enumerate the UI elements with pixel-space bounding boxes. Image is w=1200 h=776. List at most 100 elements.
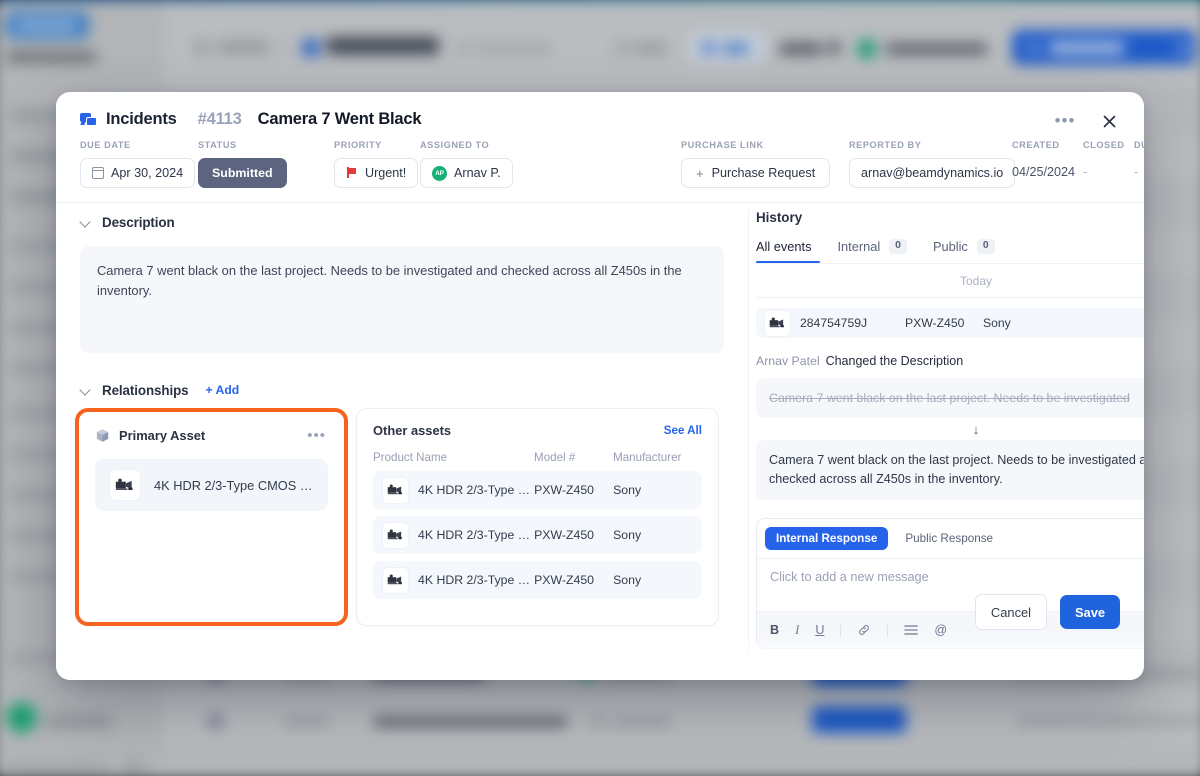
purchase-link-text: Purchase Request bbox=[711, 166, 816, 180]
table-row[interactable]: 4K HDR 2/3-Type … PXW-Z450 Sony bbox=[373, 516, 702, 554]
purchase-request-button[interactable]: + Purchase Request bbox=[681, 158, 831, 188]
tab-internal-response[interactable]: Internal Response bbox=[765, 527, 889, 550]
tab-internal-label: Internal bbox=[837, 239, 881, 254]
ellipsis-icon[interactable]: ••• bbox=[1052, 108, 1078, 134]
due-date-text: Apr 30, 2024 bbox=[111, 166, 184, 180]
description-box[interactable]: Camera 7 went black on the last project.… bbox=[80, 246, 724, 353]
table-row[interactable]: 4K HDR 2/3-Type … PXW-Z450 Sony bbox=[373, 471, 702, 509]
cell-model: PXW-Z450 bbox=[534, 573, 595, 587]
asset-serial: 284754759J bbox=[800, 316, 868, 330]
assigned-to-text: Arnav P. bbox=[454, 166, 501, 180]
module-label: Incidents bbox=[106, 110, 177, 128]
field-purchase-link: PURCHASE LINK + Purchase Request bbox=[681, 140, 831, 188]
primary-asset-item[interactable]: 4K HDR 2/3-Type CMOS Se… bbox=[95, 459, 328, 511]
plus-icon: + bbox=[696, 165, 704, 181]
bold-icon[interactable]: B bbox=[770, 623, 779, 637]
day-separator: Today bbox=[756, 264, 1144, 298]
assigned-to-label: ASSIGNED TO bbox=[420, 140, 490, 150]
event-action: Changed the Description bbox=[825, 354, 964, 368]
tab-public-response[interactable]: Public Response bbox=[894, 527, 1004, 550]
cell-manufacturer: Sony bbox=[613, 528, 642, 542]
italic-icon[interactable]: I bbox=[795, 623, 799, 638]
column-product-name: Product Name bbox=[373, 451, 448, 464]
toolbar-divider bbox=[887, 623, 889, 637]
cell-manufacturer: Sony bbox=[613, 483, 642, 497]
camera-icon bbox=[382, 521, 409, 549]
tab-all-events[interactable]: All events bbox=[756, 239, 811, 263]
closed-label: CLOSED bbox=[1083, 140, 1125, 150]
avatar: AP bbox=[432, 165, 447, 181]
column-divider bbox=[748, 210, 749, 654]
list-icon[interactable] bbox=[904, 624, 919, 636]
day-separator-label: Today bbox=[949, 274, 1003, 288]
due-date-label: DUE DATE bbox=[80, 140, 131, 150]
screen: Incidents #4113 Camera 7 Went Black ••• … bbox=[0, 0, 1200, 776]
cancel-button[interactable]: Cancel bbox=[975, 594, 1047, 630]
flag-icon bbox=[346, 167, 358, 179]
composer-tabs: Internal Response Public Response bbox=[757, 519, 1144, 559]
closed-value: - bbox=[1083, 165, 1088, 179]
status-badge[interactable]: Submitted bbox=[198, 158, 287, 188]
description-title: Description bbox=[102, 214, 175, 230]
chevron-down-icon[interactable] bbox=[80, 217, 91, 228]
reported-by-value[interactable]: arnav@beamdynamics.io bbox=[849, 158, 1016, 188]
page-title: Camera 7 Went Black bbox=[257, 110, 422, 128]
modal-header: Incidents #4113 Camera 7 Went Black ••• … bbox=[56, 92, 1144, 203]
tab-public-label: Public bbox=[932, 239, 968, 254]
cell-manufacturer: Sony bbox=[613, 573, 642, 587]
priority-text: Urgent! bbox=[365, 166, 407, 180]
field-priority: PRIORITY Urgent! bbox=[334, 140, 419, 188]
add-relationship-button[interactable]: + Add bbox=[206, 383, 240, 397]
event-user: Arnav Patel bbox=[756, 354, 820, 368]
cell-model: PXW-Z450 bbox=[534, 483, 595, 497]
cell-product-name: 4K HDR 2/3-Type … bbox=[418, 528, 531, 542]
see-all-button[interactable]: See All bbox=[664, 424, 702, 437]
duration-value: - bbox=[1134, 165, 1139, 179]
mention-icon[interactable]: @ bbox=[934, 623, 947, 637]
save-button[interactable]: Save bbox=[1060, 595, 1120, 629]
camera-icon bbox=[109, 469, 141, 501]
close-icon[interactable] bbox=[1096, 108, 1122, 134]
tab-internal[interactable]: Internal 0 bbox=[837, 239, 907, 263]
chevron-down-icon[interactable] bbox=[80, 385, 91, 396]
due-date-value[interactable]: Apr 30, 2024 bbox=[80, 158, 196, 188]
calendar-icon bbox=[91, 167, 105, 179]
created-label: CREATED bbox=[1012, 140, 1060, 150]
cell-model: PXW-Z450 bbox=[534, 528, 595, 542]
history-asset-event[interactable]: 284754759J PXW-Z450 Sony bbox=[756, 308, 1144, 338]
primary-asset-name: 4K HDR 2/3-Type CMOS Se… bbox=[154, 477, 314, 493]
modal-left-column: Description Camera 7 went black on the l… bbox=[75, 210, 724, 680]
meta-fields: DUE DATE Apr 30, 2024 STATUS Submitted P… bbox=[80, 140, 1144, 194]
reported-by-label: REPORTED BY bbox=[849, 140, 922, 150]
cell-product-name: 4K HDR 2/3-Type … bbox=[418, 573, 531, 587]
priority-value[interactable]: Urgent! bbox=[334, 158, 419, 188]
column-model: Model # bbox=[534, 451, 576, 464]
modal-title-row: Incidents #4113 Camera 7 Went Black bbox=[80, 110, 422, 129]
history-panel: History All events Internal 0 Public 0 T… bbox=[756, 210, 1144, 649]
assigned-to-value[interactable]: AP Arnav P. bbox=[420, 158, 513, 188]
primary-asset-title: Primary Asset bbox=[119, 428, 206, 443]
tab-all-events-label: All events bbox=[756, 239, 812, 254]
link-icon[interactable] bbox=[857, 623, 871, 637]
incident-detail-modal: Incidents #4113 Camera 7 Went Black ••• … bbox=[56, 92, 1144, 680]
event-new-value: Camera 7 went black on the last project.… bbox=[756, 440, 1144, 500]
primary-asset-card[interactable]: Primary Asset ••• 4K HDR 2/3-Type CMOS S… bbox=[75, 408, 348, 626]
tab-internal-count: 0 bbox=[889, 239, 907, 254]
cube-icon bbox=[95, 428, 110, 443]
field-status: STATUS Submitted bbox=[198, 140, 287, 188]
description-text: Camera 7 went black on the last project.… bbox=[97, 263, 682, 298]
tab-public-count: 0 bbox=[976, 239, 995, 254]
field-due-date: DUE DATE Apr 30, 2024 bbox=[80, 140, 196, 188]
ellipsis-icon[interactable]: ••• bbox=[305, 428, 328, 443]
relationships-title: Relationships bbox=[102, 382, 189, 398]
table-row[interactable]: 4K HDR 2/3-Type … PXW-Z450 Sony bbox=[373, 561, 702, 599]
tab-public[interactable]: Public 0 bbox=[933, 239, 995, 263]
field-duration: DURATION - bbox=[1134, 140, 1144, 186]
field-reported-by: REPORTED BY arnav@beamdynamics.io bbox=[849, 140, 1016, 188]
modal-footer: Cancel Save bbox=[975, 594, 1120, 630]
description-section-header: Description bbox=[80, 210, 724, 234]
message-bubble-icon bbox=[80, 112, 97, 128]
underline-icon[interactable]: U bbox=[815, 623, 824, 637]
status-label: STATUS bbox=[198, 140, 237, 150]
cell-product-name: 4K HDR 2/3-Type … bbox=[418, 483, 531, 497]
